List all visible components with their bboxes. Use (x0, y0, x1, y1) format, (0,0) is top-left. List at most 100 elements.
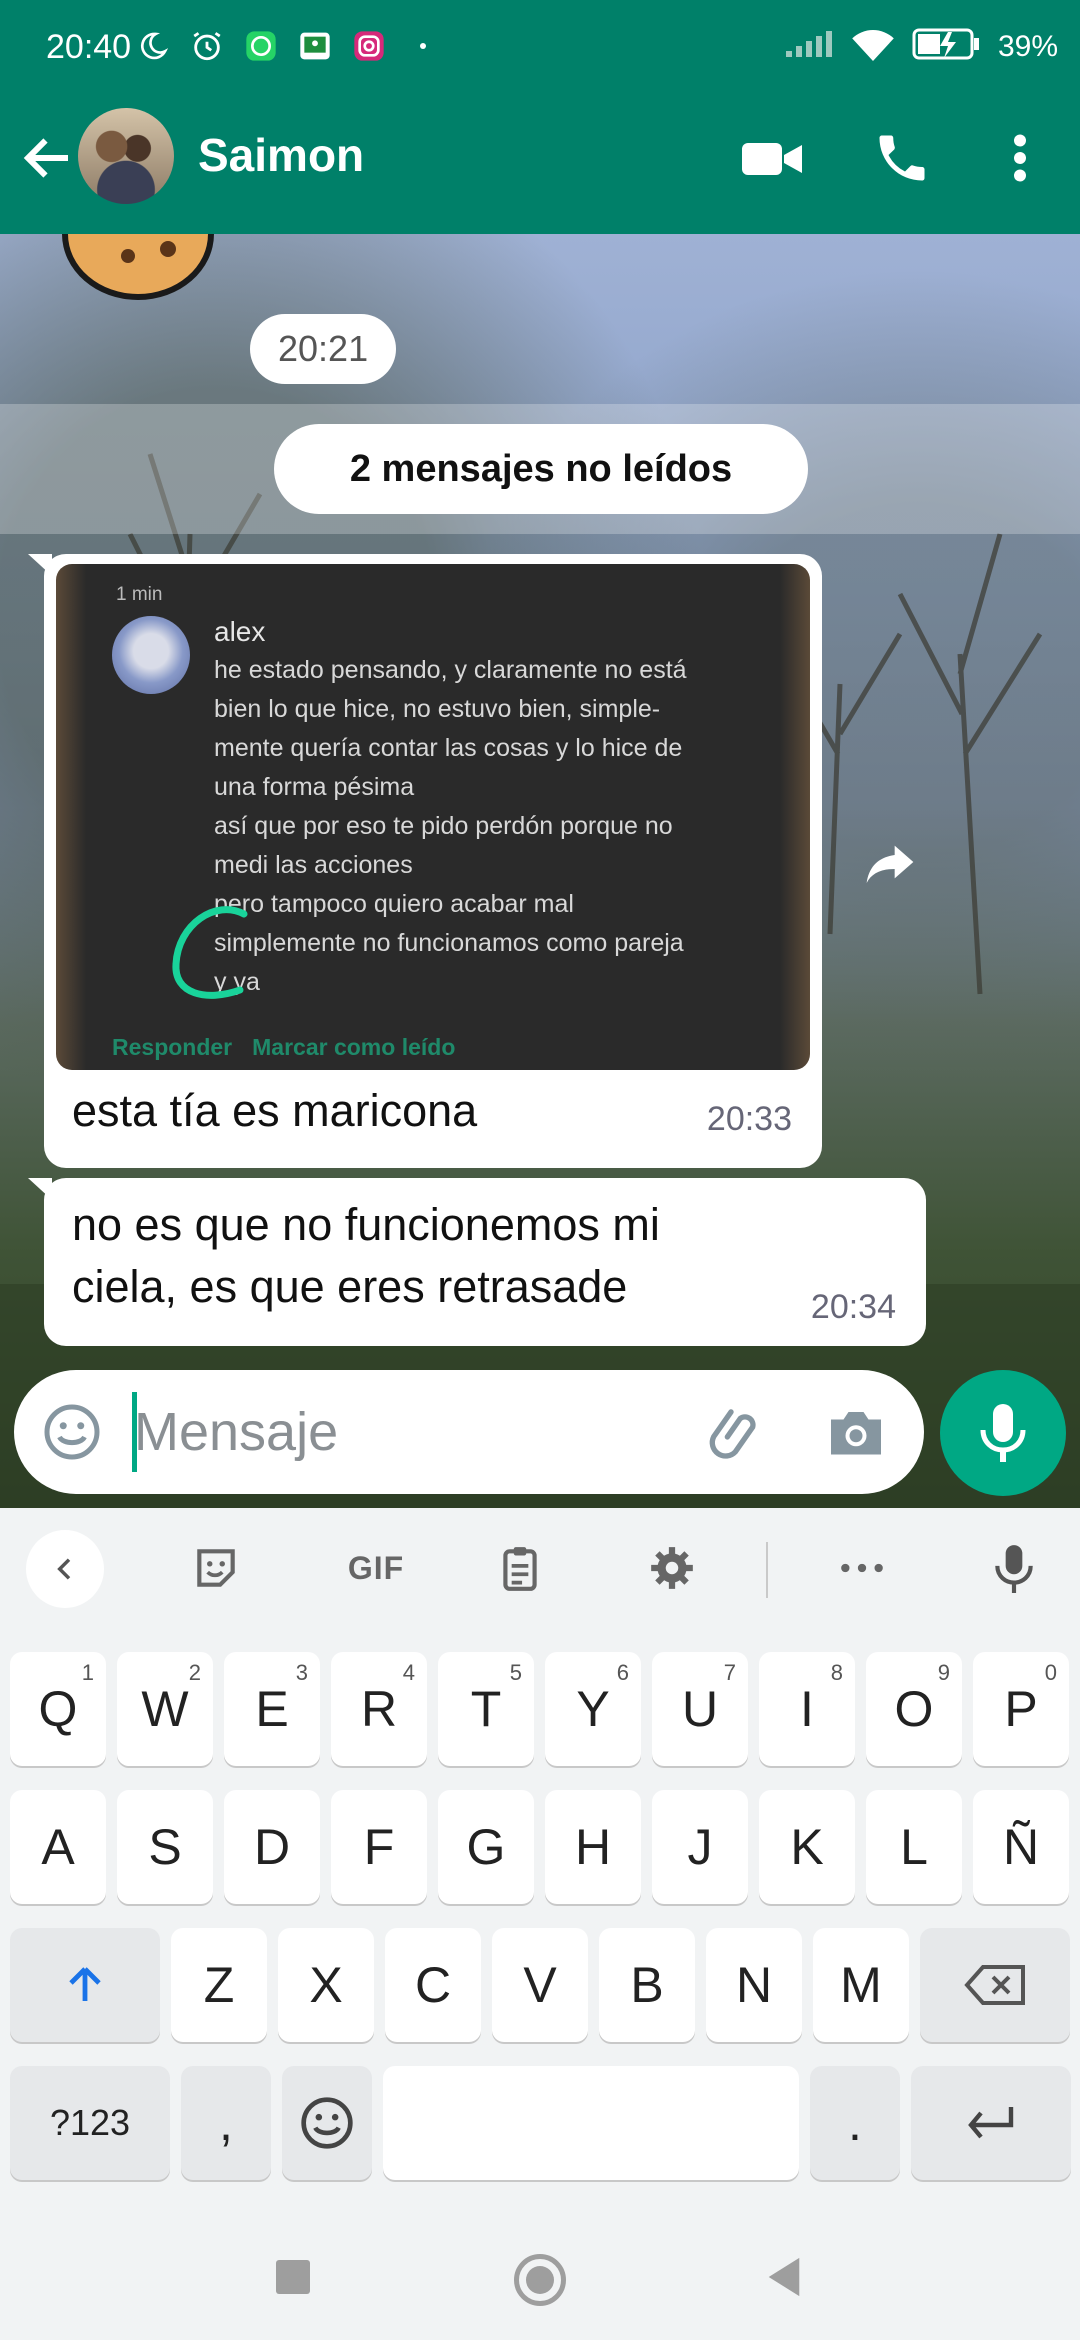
voice-call-button[interactable] (872, 128, 932, 188)
shift-arrow-icon (69, 1967, 101, 2001)
more-toolbar-button[interactable] (830, 1536, 894, 1600)
period-key[interactable]: . (810, 2066, 900, 2180)
keyboard-toolbar: GIF (0, 1508, 1080, 1628)
drawn-scribble (172, 906, 248, 999)
space-key[interactable] (383, 2066, 799, 2180)
back-triangle-icon (768, 2257, 800, 2297)
symbols-key[interactable]: ?123 (10, 2066, 170, 2180)
key-i[interactable]: I8 (759, 1652, 855, 1766)
notification-sender: alex (214, 616, 266, 647)
key-e[interactable]: E3 (224, 1652, 320, 1766)
paperclip-icon (709, 1409, 756, 1459)
key-o[interactable]: O9 (866, 1652, 962, 1766)
key-q[interactable]: Q1 (10, 1652, 106, 1766)
key-g[interactable]: G (438, 1790, 534, 1904)
video-camera-icon (742, 143, 802, 175)
camera-icon (831, 1412, 881, 1455)
attach-button[interactable] (708, 1400, 772, 1464)
gif-button[interactable]: GIF (336, 1536, 416, 1600)
enter-key[interactable] (911, 2066, 1071, 2180)
home-button[interactable] (514, 2254, 566, 2306)
navigation-bar (0, 2210, 1080, 2340)
message-image[interactable]: 1 min alex he estado pensando, y clarame… (56, 564, 810, 1070)
status-time: 20:40 (46, 28, 132, 66)
key-a[interactable]: A (10, 1790, 106, 1904)
comma-key[interactable]: , (181, 2066, 271, 2180)
key-d[interactable]: D (224, 1790, 320, 1904)
contact-name[interactable]: Saimon (198, 128, 364, 182)
key-r[interactable]: R4 (331, 1652, 427, 1766)
key-k[interactable]: K (759, 1790, 855, 1904)
whatsapp-icon (243, 28, 279, 64)
key-s[interactable]: S (117, 1790, 213, 1904)
cookie-sticker[interactable] (58, 234, 218, 304)
forward-button[interactable] (862, 834, 918, 890)
wifi-icon (850, 27, 896, 66)
more-options-button[interactable] (1000, 128, 1040, 188)
key-c[interactable]: C (385, 1928, 481, 2042)
key-j[interactable]: J (652, 1790, 748, 1904)
sticker-button[interactable] (184, 1536, 248, 1600)
gif-label: GIF (347, 1549, 405, 1586)
key-p[interactable]: P0 (973, 1652, 1069, 1766)
key-l[interactable]: L (866, 1790, 962, 1904)
notification-line: pero tampoco quiero acabar mal (214, 890, 574, 918)
keyboard-settings-button[interactable] (640, 1536, 704, 1600)
backspace-key[interactable] (920, 1928, 1070, 2042)
notification-line: medi las acciones (214, 851, 413, 879)
moon-icon (135, 28, 171, 64)
settings-gear-icon (651, 1547, 693, 1589)
keyboard-collapse-button[interactable] (26, 1530, 104, 1608)
clipboard-button[interactable] (488, 1536, 552, 1600)
video-call-button[interactable] (740, 134, 804, 184)
contact-avatar[interactable] (78, 108, 174, 204)
date-time-chip: 20:21 (250, 314, 397, 384)
shift-key[interactable] (10, 1928, 160, 2042)
notification-line: así que por eso te pido perdón porque no (214, 812, 673, 840)
back-nav-button[interactable] (764, 2256, 804, 2303)
chat-header: Saimon (0, 98, 1080, 234)
message-text-line: ciela, es que eres retrasade (72, 1261, 628, 1312)
incoming-image-message[interactable]: 1 min alex he estado pensando, y clarame… (28, 554, 822, 1168)
toolbar-divider (766, 1542, 768, 1598)
recents-button[interactable] (276, 2260, 310, 2294)
notification-line: he estado pensando, y claramente no está (214, 656, 687, 684)
notification-mark-read-action: Marcar como leído (252, 1034, 456, 1060)
camera-button[interactable] (826, 1404, 886, 1460)
home-dot (526, 2266, 554, 2294)
emoji-button[interactable] (42, 1402, 102, 1462)
notification-line: simplemente no funcionamos como pareja (214, 929, 684, 957)
notification-line: una forma pésima (214, 773, 415, 801)
sender-avatar (112, 616, 190, 694)
enter-arrow-icon (968, 2107, 1014, 2139)
key-u[interactable]: U7 (652, 1652, 748, 1766)
key-n[interactable]: N (706, 1928, 802, 2042)
incoming-text-message[interactable]: no es que no funcionemos mi ciela, es qu… (28, 1178, 926, 1346)
chat-area[interactable]: 20:21 2 mensajes no leídos 1 min alex he… (0, 234, 1080, 1508)
key-m[interactable]: M (813, 1928, 909, 2042)
message-input[interactable] (134, 1390, 694, 1474)
key-w[interactable]: W2 (117, 1652, 213, 1766)
battery-charging-icon (912, 26, 982, 67)
microphone-icon (980, 1404, 1026, 1462)
key-f[interactable]: F (331, 1790, 427, 1904)
sticker-icon (197, 1549, 235, 1587)
emoji-key[interactable] (282, 2066, 372, 2180)
key-b[interactable]: B (599, 1928, 695, 2042)
key-y[interactable]: Y6 (545, 1652, 641, 1766)
key-n-tilde[interactable]: Ñ (973, 1790, 1069, 1904)
back-button[interactable] (18, 128, 78, 188)
more-horiz-icon (841, 1563, 883, 1573)
dot-icon (405, 28, 441, 64)
smiley-icon (301, 2097, 353, 2149)
key-v[interactable]: V (492, 1928, 588, 2042)
voice-message-button[interactable] (940, 1370, 1066, 1496)
message-text-line: no es que no funcionemos mi (72, 1199, 660, 1250)
key-t[interactable]: T5 (438, 1652, 534, 1766)
message-text: esta tía es maricona (72, 1085, 478, 1136)
key-h[interactable]: H (545, 1790, 641, 1904)
key-z[interactable]: Z (171, 1928, 267, 2042)
voice-typing-button[interactable] (982, 1536, 1046, 1600)
key-x[interactable]: X (278, 1928, 374, 2042)
compose-bar (14, 1370, 924, 1494)
